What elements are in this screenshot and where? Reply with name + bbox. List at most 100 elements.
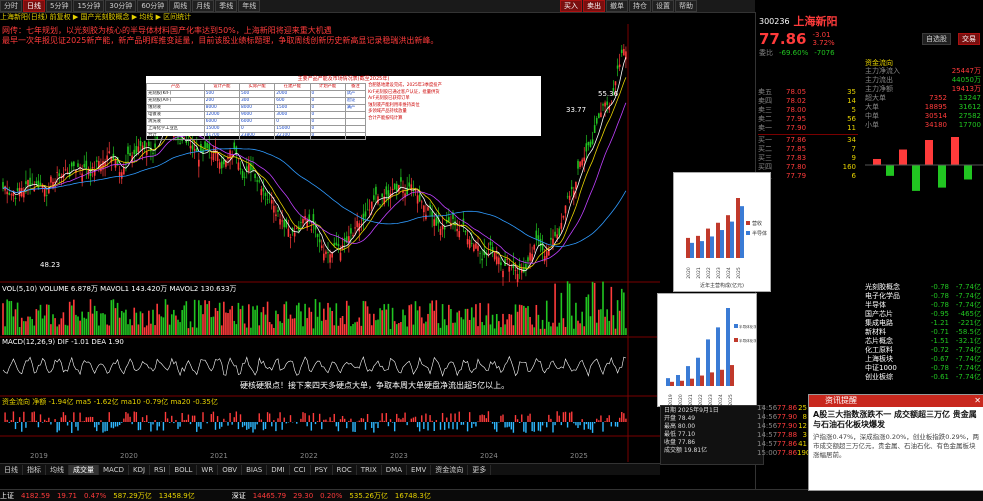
indicator-tab-14[interactable]: ROC [333,465,357,475]
candle-body [215,147,217,153]
candle-body [606,101,608,104]
candle-body [263,188,265,192]
volume-bar [294,318,296,335]
period-tab-1[interactable]: 日线 [23,0,45,12]
indicator-tab-6[interactable]: RSI [150,465,170,475]
volume-bar [281,323,283,335]
book-divider [758,134,858,135]
sector-row[interactable]: 上海板块-0.67-7.74亿 [865,355,983,364]
sector-row[interactable]: 新材料-0.71-58.5亿 [865,328,983,337]
period-tab-3[interactable]: 15分钟 [73,0,104,12]
indicator-tab-8[interactable]: WR [197,465,218,475]
index-item-1[interactable]: 深证14465.7929.300.20%535.26万亿16748.3亿 [232,491,438,501]
table-title: 主要产品产能及市场情况表(截至2025年) [146,76,541,83]
indicator-tab-19[interactable]: 更多 [468,465,491,475]
indicator-tab-2[interactable]: 均线 [46,465,69,475]
volume-bar [104,314,106,335]
order-book-row[interactable]: 买四77.80160 [758,163,858,172]
candle-body [154,144,156,148]
period-tab-5[interactable]: 60分钟 [137,0,168,12]
indicator-tab-12[interactable]: CCI [290,465,311,475]
trade-tool-1[interactable]: 卖出 [583,0,605,12]
sector-change: -0.78 [921,364,949,373]
add-watchlist-button[interactable]: 自选股 [922,33,951,45]
indicator-tab-4[interactable]: MACD [99,465,129,475]
trade-tool-4[interactable]: 设置 [652,0,674,12]
trade-tool-2[interactable]: 撤单 [606,0,628,12]
indicator-tab-18[interactable]: 资金流向 [431,465,468,475]
candle-body [369,210,371,211]
period-tab-2[interactable]: 5分钟 [46,0,72,12]
sector-row[interactable]: 光刻胶概念-0.78-7.74亿 [865,283,983,292]
indicator-tab-17[interactable]: EMV [407,465,431,475]
fundflow-bar [227,422,228,426]
fundflow-bar [117,422,118,426]
table-cell: 22100 [275,133,310,140]
order-book-row[interactable]: 卖二77.9556 [758,115,858,124]
period-tab-4[interactable]: 30分钟 [105,0,136,12]
period-tab-9[interactable]: 年线 [238,0,260,12]
period-tab-0[interactable]: 分时 [0,0,22,12]
news-title[interactable]: A股三大指数涨跌不一 成交额超三万亿 贵金属与石油石化板块爆发 [809,407,983,433]
volume-bar [196,328,198,335]
trade-tool-3[interactable]: 持仓 [629,0,651,12]
fundflow-bar [36,421,37,422]
sector-name: 集成电路 [865,319,921,328]
indicator-tab-15[interactable]: TRIX [357,465,382,475]
order-book-row[interactable]: 卖五78.0535 [758,88,858,97]
fundflow-bar [538,422,539,431]
fundflow-bar [65,415,66,422]
table-cell: 0 [310,91,345,98]
news-popup[interactable]: 资讯提醒 ✕ A股三大指数涨跌不一 成交额超三万亿 贵金属与石油石化板块爆发 沪… [808,394,983,491]
fundflow-bar [198,422,199,427]
indicator-tab-5[interactable]: KDJ [129,465,150,475]
trade-tool-5[interactable]: 帮助 [675,0,697,12]
order-book-row[interactable]: 买二77.857 [758,145,858,154]
volume-bar [65,325,67,335]
close-icon[interactable]: ✕ [974,395,981,407]
period-tab-6[interactable]: 周线 [169,0,191,12]
volume-bar [52,314,54,335]
period-tab-8[interactable]: 季线 [215,0,237,12]
volume-bar [456,312,458,335]
sector-row[interactable]: 创业板综-0.61-7.74亿 [865,373,983,382]
sector-row[interactable]: 中证1000-0.78-7.74亿 [865,364,983,373]
fund-bar [951,137,959,165]
index-name: 上证 [0,491,14,501]
indicator-tab-9[interactable]: OBV [218,465,242,475]
order-book-row[interactable]: 卖一77.9011 [758,124,858,133]
indicator-tab-13[interactable]: PSY [311,465,333,475]
order-book-row[interactable]: 买三77.839 [758,154,858,163]
volume-bar [73,300,75,335]
candle-body [413,190,415,191]
sector-row[interactable]: 半导体-0.78-7.74亿 [865,301,983,310]
volume-bar [500,327,502,335]
indicator-tab-16[interactable]: DMA [382,465,407,475]
sector-row[interactable]: 国产芯片-0.95-465亿 [865,310,983,319]
sector-row[interactable]: 化工原料-0.72-7.74亿 [865,346,983,355]
indicator-tab-1[interactable]: 指标 [23,465,46,475]
indicator-tab-10[interactable]: BIAS [242,465,267,475]
indicator-tab-0[interactable]: 日线 [0,465,23,475]
indicator-tab-7[interactable]: BOLL [170,465,197,475]
indicator-tab-3[interactable]: 成交量 [69,465,99,475]
volume-bar [423,323,425,335]
fundflow-bar [42,422,43,423]
order-book-row[interactable]: 卖三78.005 [758,106,858,115]
trade-button[interactable]: 交易 [958,33,980,45]
order-book-row[interactable]: 买一77.8634 [758,136,858,145]
sector-row[interactable]: 电子化学品-0.78-7.74亿 [865,292,983,301]
index-item-0[interactable]: 上证4182.5919.710.47%587.29万亿13458.9亿 [0,491,202,501]
volume-bar [515,304,517,335]
sector-row[interactable]: 集成电路-1.21-221亿 [865,319,983,328]
order-book-row[interactable]: 卖四78.0214 [758,97,858,106]
volume-bar [190,321,192,335]
trade-tool-0[interactable]: 买入 [560,0,582,12]
volume-bar [36,309,38,335]
order-book-row[interactable]: 买五77.796 [758,172,858,181]
indicator-tab-11[interactable]: DMI [267,465,290,475]
period-tab-7[interactable]: 月线 [192,0,214,12]
volume-bar [575,303,577,335]
sector-row[interactable]: 芯片概念-1.51-32.1亿 [865,337,983,346]
candle-body [275,214,277,216]
